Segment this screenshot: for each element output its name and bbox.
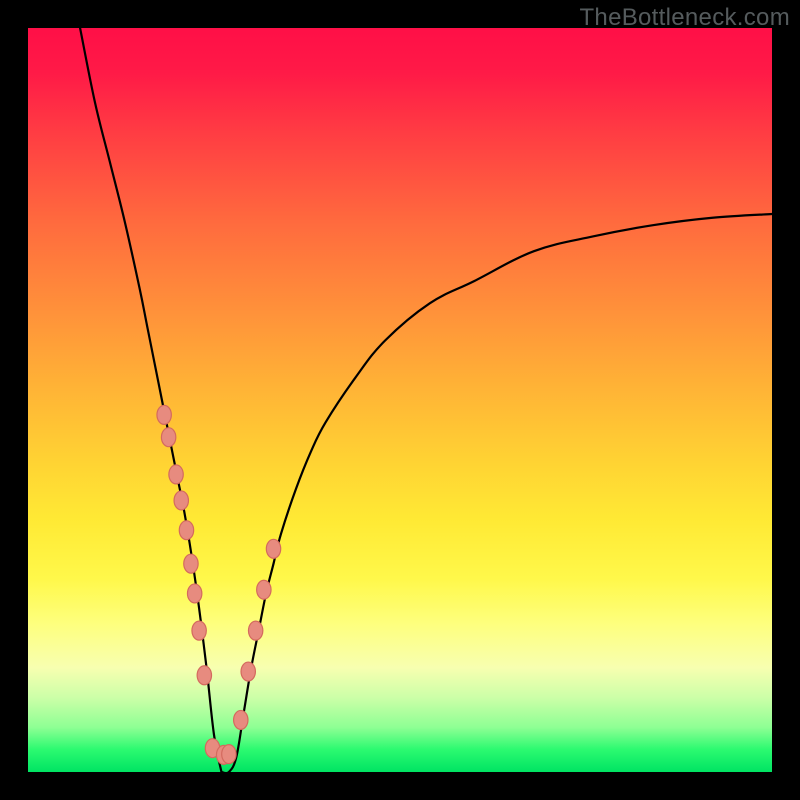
plot-area	[28, 28, 772, 772]
data-marker	[266, 539, 280, 558]
data-marker	[222, 745, 236, 764]
data-marker	[179, 521, 193, 540]
data-marker	[161, 428, 175, 447]
curve-layer	[28, 28, 772, 772]
data-marker	[169, 465, 183, 484]
bottleneck-curve	[80, 28, 772, 772]
data-marker	[234, 710, 248, 729]
chart-frame: TheBottleneck.com	[0, 0, 800, 800]
curve-left-branch	[80, 28, 221, 772]
data-marker	[184, 554, 198, 573]
data-marker	[174, 491, 188, 510]
data-marker	[192, 621, 206, 640]
data-marker	[241, 662, 255, 681]
data-marker	[187, 584, 201, 603]
watermark-text: TheBottleneck.com	[579, 4, 790, 32]
marker-group	[157, 405, 281, 764]
data-marker	[248, 621, 262, 640]
curve-right-branch	[221, 214, 772, 772]
data-marker	[257, 580, 271, 599]
data-marker	[197, 666, 211, 685]
data-marker	[157, 405, 171, 424]
